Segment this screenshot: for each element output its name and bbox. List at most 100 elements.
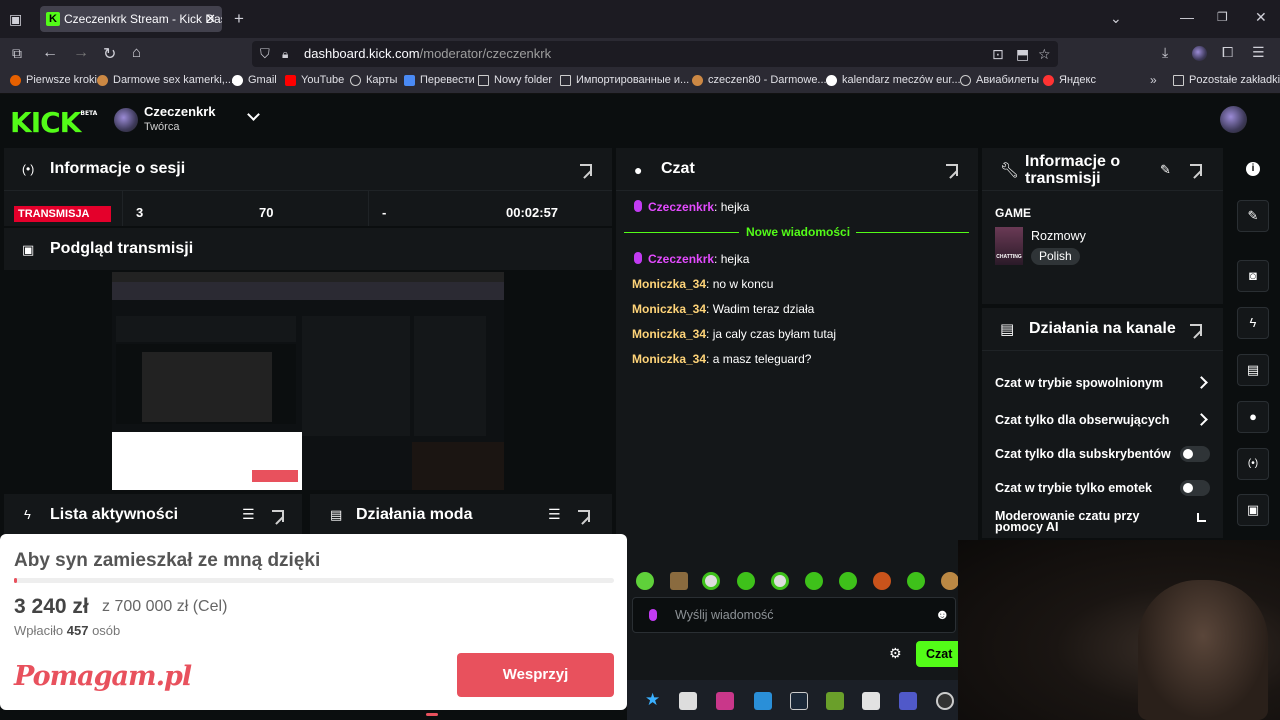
emote-icon[interactable]: [670, 572, 688, 590]
close-window-icon[interactable]: ✕: [1255, 9, 1267, 26]
emote-icon[interactable]: [771, 572, 789, 590]
emoji-icon[interactable]: ☻: [935, 606, 950, 622]
camera-icon[interactable]: ◙: [1237, 260, 1269, 292]
teams-icon[interactable]: [899, 692, 917, 710]
popout-icon[interactable]: [1190, 164, 1202, 176]
document-icon: ▤: [1000, 321, 1015, 338]
other-bookmarks-folder[interactable]: Pozostałe zakładki: [1173, 74, 1280, 86]
filter-icon[interactable]: ☰: [242, 506, 255, 523]
taskbar-indicator: [426, 713, 438, 716]
bookmark-star-icon[interactable]: ☆: [1038, 41, 1051, 67]
chat-username[interactable]: Moniczka_34: [632, 302, 706, 316]
address-bar[interactable]: ⛉ 🔒︎ dashboard.kick.com/moderator/czecze…: [252, 41, 1058, 67]
maximize-icon[interactable]: ❐: [1217, 10, 1228, 24]
followers-count: 70: [259, 205, 274, 220]
bookmark-item[interactable]: Darmowe sex kamerki,...: [97, 74, 234, 86]
photos-app-icon[interactable]: [754, 692, 772, 710]
external-link-icon[interactable]: [1197, 513, 1206, 522]
game-app-icon[interactable]: [826, 692, 844, 710]
save-to-pocket-icon[interactable]: ⬒: [1016, 41, 1029, 67]
obs-icon[interactable]: [936, 692, 954, 710]
emote-icon[interactable]: [636, 572, 654, 590]
popout-icon[interactable]: [272, 510, 284, 522]
broadcast-icon[interactable]: (•): [1237, 448, 1269, 480]
home-icon[interactable]: ⌂: [132, 44, 141, 61]
minimize-icon[interactable]: —: [1180, 9, 1194, 25]
emote-icon[interactable]: [907, 572, 925, 590]
more-bookmarks-icon[interactable]: »: [1150, 73, 1157, 87]
back-icon[interactable]: ←: [42, 44, 58, 62]
bookmark-item[interactable]: YouTube: [285, 74, 344, 86]
send-chat-button[interactable]: Czat: [916, 641, 958, 667]
bookmark-item[interactable]: Авиабилеты: [960, 74, 1039, 86]
popout-icon[interactable]: [1190, 324, 1202, 336]
reload-icon[interactable]: ↻: [103, 44, 116, 64]
edit-pencil-icon[interactable]: ✎: [1160, 162, 1171, 178]
list-all-tabs-icon[interactable]: ⌄: [1110, 10, 1122, 27]
star-app-icon[interactable]: ★: [645, 690, 660, 710]
emote-icon[interactable]: [941, 572, 959, 590]
lightning-icon[interactable]: ϟ: [1237, 307, 1269, 339]
bookmark-folder[interactable]: Импортированные и...: [560, 74, 689, 86]
steam-icon[interactable]: [790, 692, 808, 710]
extensions-icon[interactable]: ⧠: [1222, 44, 1233, 61]
info-icon[interactable]: i: [1246, 162, 1260, 176]
bookmark-item[interactable]: Pierwsze kroki: [10, 74, 97, 86]
browser-tab-active[interactable]: K Czeczenkrk Stream - Kick Dashb ✕: [40, 6, 222, 32]
profile-avatar-icon[interactable]: [1192, 46, 1207, 61]
chat-settings-gear-icon[interactable]: ⚙: [889, 645, 902, 662]
support-button[interactable]: Wesprzyj: [457, 653, 614, 697]
bookmark-folder[interactable]: Nowy folder: [478, 74, 552, 86]
sidebar-icon[interactable]: ⧉: [12, 45, 22, 62]
document-icon[interactable]: ▤: [1237, 354, 1269, 386]
screenshot-icon[interactable]: ⊡: [992, 41, 1004, 67]
emote-icon[interactable]: [839, 572, 857, 590]
chat-username[interactable]: Moniczka_34: [632, 277, 706, 291]
slow-mode-label[interactable]: Czat w trybie spowolnionym: [995, 376, 1163, 390]
stream-preview-video[interactable]: [112, 272, 504, 490]
ai-moderation-label[interactable]: Moderowanie czatu przy pomocy AI: [995, 510, 1185, 534]
chat-username[interactable]: Czeczenkrk: [648, 200, 714, 214]
chat-username[interactable]: Moniczka_34: [632, 327, 706, 341]
downloads-icon[interactable]: ⤓: [1162, 44, 1168, 61]
media-player-icon[interactable]: [862, 692, 880, 710]
emote-icon[interactable]: [873, 572, 891, 590]
filter-icon[interactable]: ☰: [548, 506, 561, 523]
emote-icon[interactable]: [805, 572, 823, 590]
chat-username[interactable]: Czeczenkrk: [648, 252, 714, 266]
category-thumbnail[interactable]: CHATTING: [995, 227, 1023, 265]
category-name[interactable]: Rozmowy: [1031, 229, 1086, 243]
kick-logo[interactable]: KICKBETA: [10, 106, 97, 139]
close-tab-icon[interactable]: ✕: [205, 6, 216, 32]
tab-list-icon[interactable]: ▣: [9, 11, 22, 28]
emote-icon[interactable]: [702, 572, 720, 590]
bookmark-item[interactable]: Gmail: [232, 74, 277, 86]
forward-icon[interactable]: →: [73, 44, 89, 62]
bookmark-item[interactable]: Перевести: [404, 74, 475, 86]
popout-icon[interactable]: [580, 164, 592, 176]
video-preview-icon[interactable]: ▣: [1237, 494, 1269, 526]
emote-icon[interactable]: [737, 572, 755, 590]
chat-username[interactable]: Moniczka_34: [632, 352, 706, 366]
box-app-icon[interactable]: [679, 692, 697, 710]
bookmark-item[interactable]: Яндекс: [1043, 74, 1096, 86]
app-menu-icon[interactable]: ☰: [1252, 44, 1265, 61]
bookmark-item[interactable]: kalendarz meczów eur...: [826, 74, 961, 86]
pomagam-logo[interactable]: Pomagam.pl: [14, 661, 192, 692]
app-icon[interactable]: [716, 692, 734, 710]
followers-only-label[interactable]: Czat tylko dla obserwujących: [995, 413, 1169, 427]
divider: [122, 191, 123, 226]
subs-only-toggle[interactable]: [1180, 446, 1210, 462]
chat-bubble-icon[interactable]: ●: [1237, 401, 1269, 433]
bookmark-item[interactable]: Карты: [350, 74, 397, 86]
edit-pencil-icon[interactable]: ✎: [1237, 200, 1269, 232]
emote-only-toggle[interactable]: [1180, 480, 1210, 496]
new-tab-icon[interactable]: +: [234, 9, 244, 29]
chat-input[interactable]: Wyślij wiadomość ☻: [632, 597, 956, 633]
popout-icon[interactable]: [578, 510, 590, 522]
channel-name: Czeczenkrk: [144, 104, 216, 119]
shield-icon[interactable]: ⛉: [260, 41, 270, 67]
bookmark-item[interactable]: czeczen80 - Darmowe...: [692, 74, 827, 86]
popout-icon[interactable]: [946, 164, 958, 176]
user-avatar[interactable]: [1220, 106, 1247, 133]
